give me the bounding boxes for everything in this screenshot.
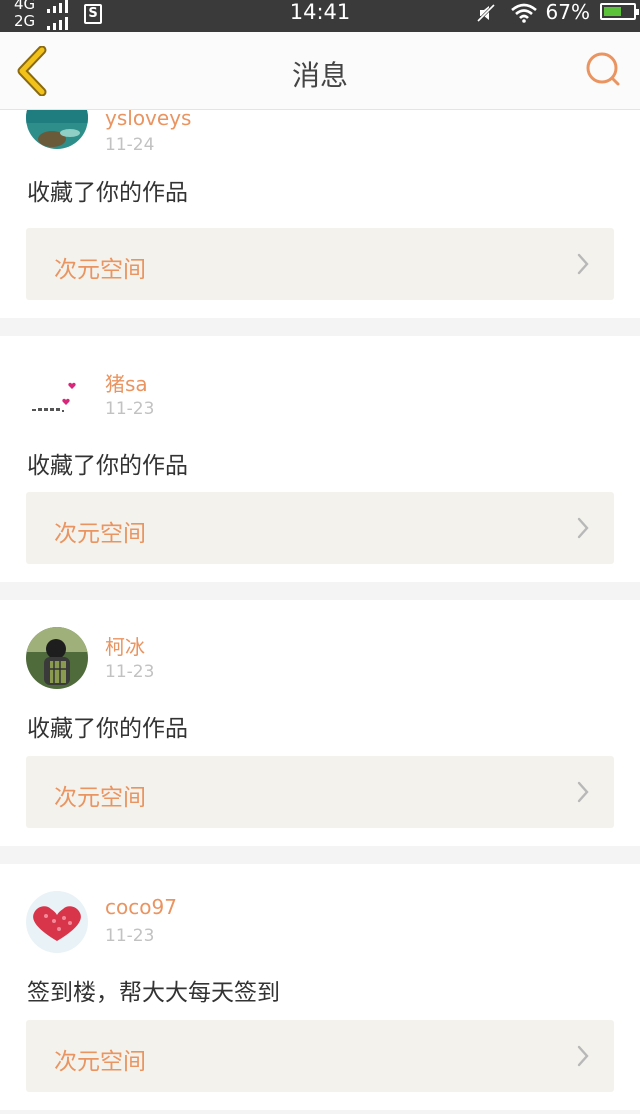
page-title: 消息 xyxy=(291,59,348,92)
username[interactable]: 猪sa xyxy=(105,368,148,397)
avatar[interactable] xyxy=(26,364,88,426)
message-text: 收藏了你的作品 xyxy=(27,453,188,479)
avatar[interactable] xyxy=(26,627,88,689)
nav-bar: 消息 xyxy=(0,32,640,110)
work-link-button[interactable]: 次元空间 xyxy=(26,228,614,300)
work-link-button[interactable]: 次元空间 xyxy=(26,1020,614,1092)
message-text: 签到楼，帮大大每天签到 xyxy=(27,980,280,1006)
chevron-right-icon xyxy=(577,781,589,803)
chevron-right-icon xyxy=(577,517,589,539)
message-card xyxy=(0,1114,640,1119)
message-text: 收藏了你的作品 xyxy=(27,716,188,742)
message-date: 11-23 xyxy=(105,399,155,419)
work-link-label: 次元空间 xyxy=(54,785,146,811)
wifi-icon xyxy=(511,3,537,23)
chevron-right-icon xyxy=(577,1045,589,1067)
message-text: 收藏了你的作品 xyxy=(27,180,188,206)
username[interactable]: 柯冰 xyxy=(105,631,145,660)
work-link-label: 次元空间 xyxy=(54,521,146,547)
message-card: 柯冰 11-23 收藏了你的作品 次元空间 xyxy=(0,600,640,846)
message-date: 11-23 xyxy=(105,662,155,682)
status-bar: 4G 2G S 14:41 67% xyxy=(0,0,640,32)
message-card: coco97 11-23 签到楼，帮大大每天签到 次元空间 xyxy=(0,864,640,1110)
battery-level xyxy=(604,7,622,16)
work-link-label: 次元空间 xyxy=(54,1049,146,1075)
battery-icon xyxy=(600,3,639,20)
work-link-button[interactable]: 次元空间 xyxy=(26,756,614,828)
mute-icon xyxy=(476,3,496,23)
chevron-right-icon xyxy=(577,253,589,275)
message-date: 11-24 xyxy=(105,135,155,155)
message-date: 11-23 xyxy=(105,926,155,946)
avatar[interactable] xyxy=(26,891,88,953)
work-link-label: 次元空间 xyxy=(54,257,146,283)
search-icon[interactable] xyxy=(584,50,624,90)
message-card: ysloveys 11-24 收藏了你的作品 次元空间 xyxy=(0,87,640,318)
username[interactable]: coco97 xyxy=(105,895,177,919)
message-card: 猪sa 11-23 收藏了你的作品 次元空间 xyxy=(0,336,640,582)
clock: 14:41 xyxy=(289,0,351,24)
battery-percent: 67% xyxy=(545,0,590,24)
work-link-button[interactable]: 次元空间 xyxy=(26,492,614,564)
